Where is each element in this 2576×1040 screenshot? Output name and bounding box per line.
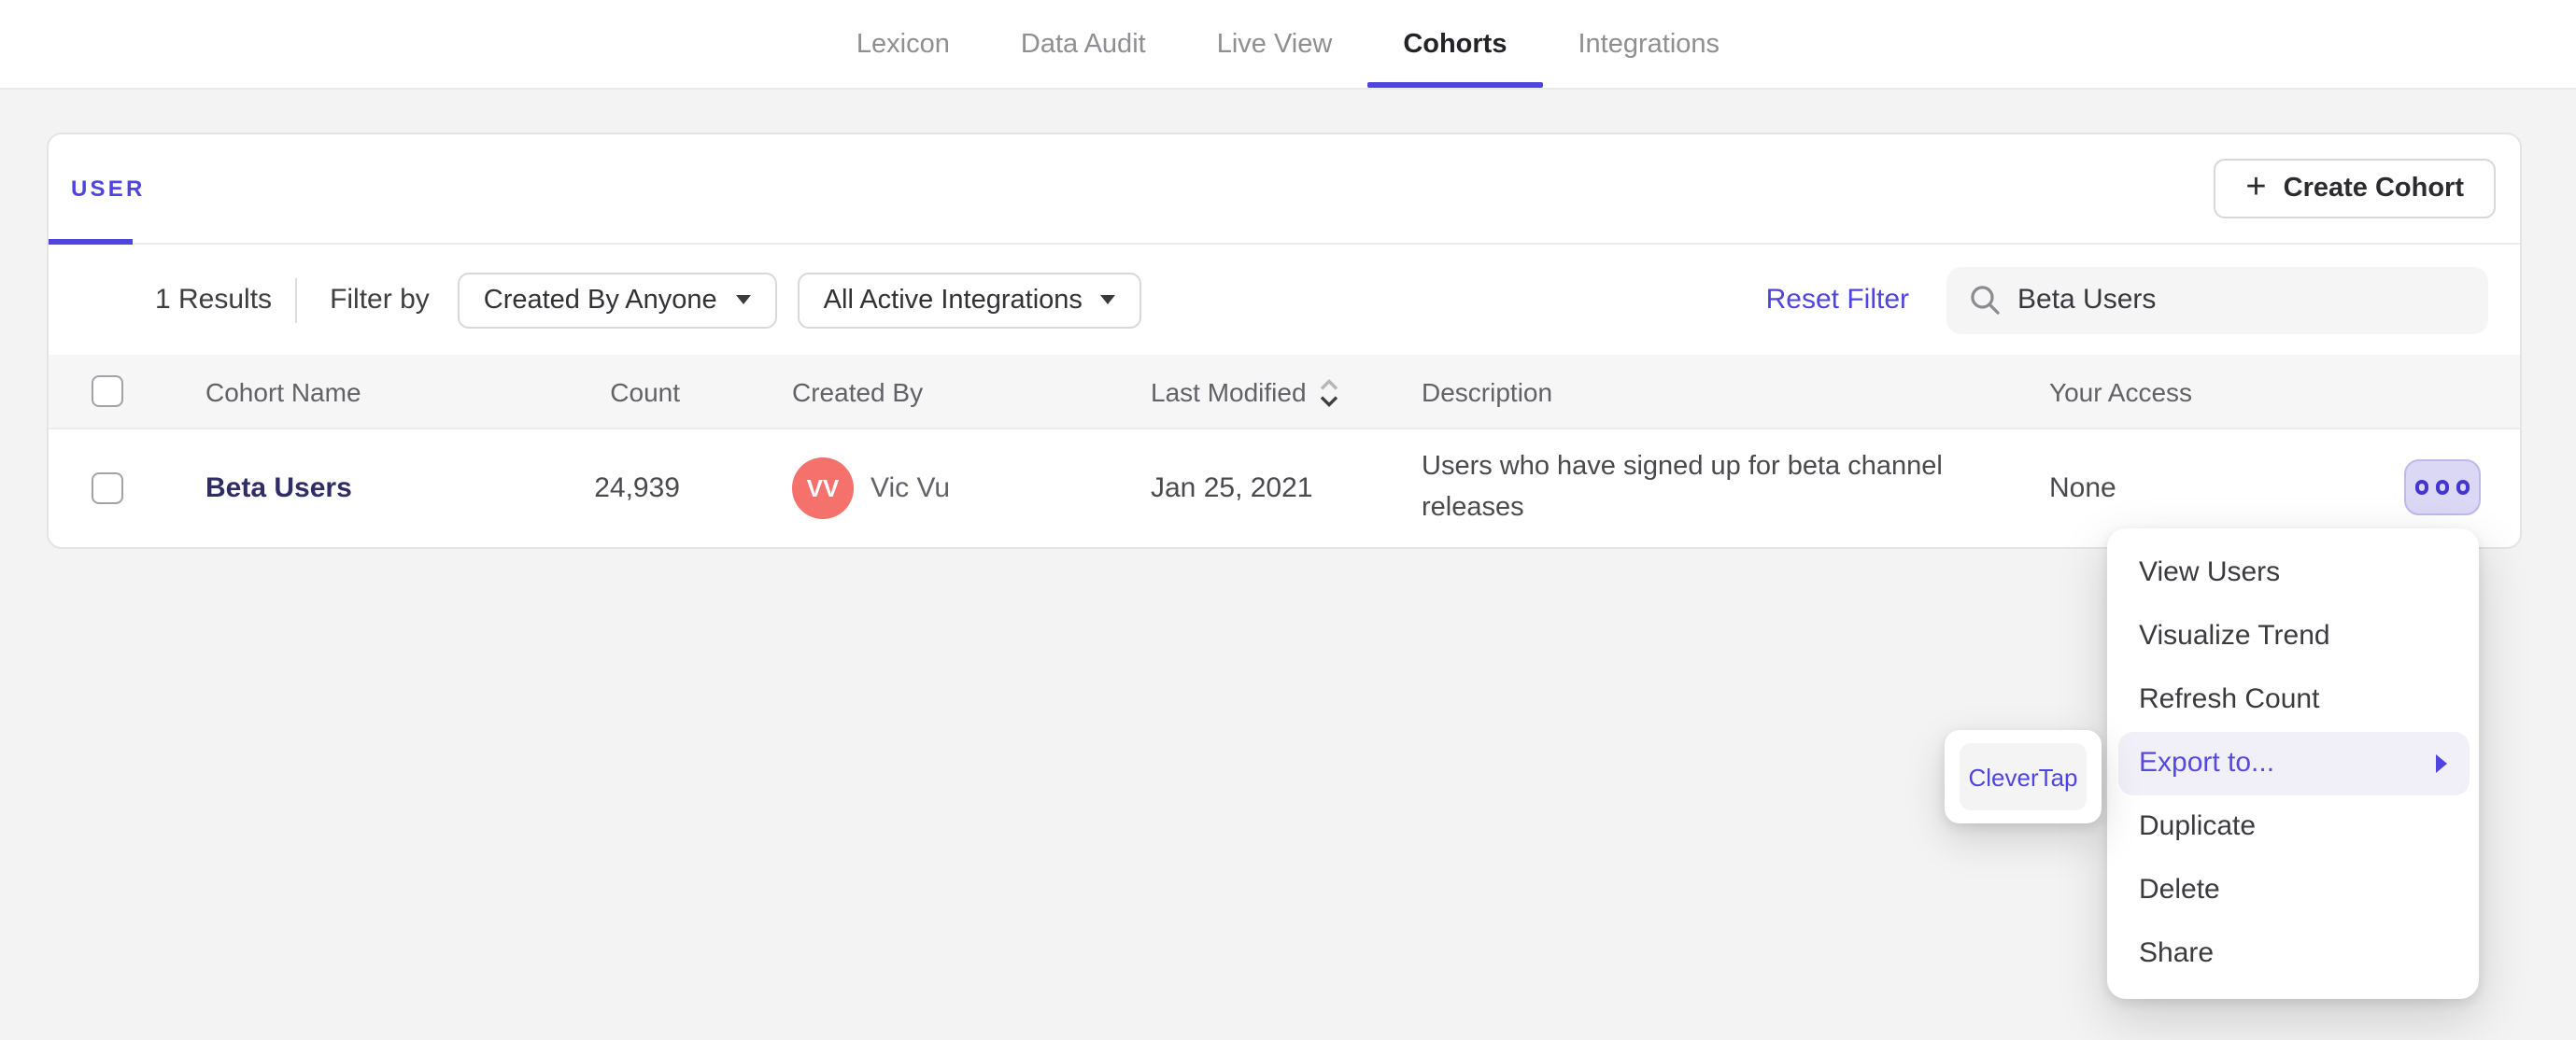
menu-item-duplicate[interactable]: Duplicate: [2117, 795, 2469, 859]
header-last-modified: Last Modified: [1151, 373, 1422, 409]
header-your-access: Your Access: [2049, 376, 2193, 406]
search-icon: [1971, 286, 2000, 315]
user-tab-underline: [49, 238, 133, 245]
avatar: VV: [792, 457, 854, 519]
caret-down-icon: [1100, 295, 1116, 304]
nav-tab-cohorts[interactable]: Cohorts: [1367, 0, 1543, 88]
row-menu-button[interactable]: [2404, 459, 2481, 515]
menu-item-share[interactable]: Share: [2117, 922, 2469, 986]
divider: [294, 277, 297, 322]
menu-item-refresh-count[interactable]: Refresh Count: [2117, 668, 2469, 732]
last-modified-cell: Jan 25, 2021: [1151, 472, 1313, 504]
created-by-cell: VV Vic Vu: [680, 457, 1151, 519]
header-description: Description: [1422, 376, 1553, 406]
created-by-dropdown-value: Created By Anyone: [483, 285, 717, 315]
header-count: Count: [610, 376, 680, 406]
export-submenu: CleverTap: [1945, 730, 2102, 823]
nav-tab-label: Live View: [1216, 29, 1333, 59]
active-tab-underline: [1367, 81, 1543, 88]
row-context-menu: View Users Visualize Trend Refresh Count…: [2107, 528, 2479, 999]
nav-tab-label: Cohorts: [1403, 29, 1507, 59]
nav-tab-lexicon[interactable]: Lexicon: [821, 0, 985, 88]
header-created-by: Created By: [792, 376, 924, 406]
filter-by-label: Filter by: [330, 284, 430, 316]
results-count: 1 Results: [155, 284, 273, 316]
count-cell: 24,939: [594, 472, 680, 504]
reset-filter-link[interactable]: Reset Filter: [1766, 284, 1909, 316]
nav-tab-integrations[interactable]: Integrations: [1543, 0, 1756, 88]
menu-item-visualize-trend[interactable]: Visualize Trend: [2117, 605, 2469, 668]
three-dots-icon: [2456, 480, 2470, 495]
three-dots-icon: [2435, 480, 2450, 495]
nav-tab-label: Lexicon: [856, 29, 950, 59]
caret-down-icon: [735, 295, 751, 304]
row-checkbox-cell: [49, 472, 205, 504]
filter-bar: 1 Results Filter by Created By Anyone Al…: [49, 245, 2520, 355]
triangle-right-icon: [2436, 754, 2447, 773]
header-cohort-name: Cohort Name: [205, 376, 361, 406]
creator-name: Vic Vu: [870, 472, 951, 504]
create-cohort-label: Create Cohort: [2283, 174, 2464, 204]
top-nav: Lexicon Data Audit Live View Cohorts Int…: [0, 0, 2576, 90]
description-text: Users who have signed up for beta channe…: [1422, 452, 1943, 522]
nav-tab-label: Integrations: [1578, 29, 1720, 59]
table-header: Cohort Name Count Created By Last Modifi…: [49, 355, 2520, 429]
header-last-modified-label: Last Modified: [1151, 376, 1307, 406]
tab-user[interactable]: USER: [49, 134, 146, 243]
tab-user-label: USER: [71, 176, 146, 202]
nav-tab-live-view[interactable]: Live View: [1182, 0, 1368, 88]
integrations-dropdown[interactable]: All Active Integrations: [797, 272, 1142, 328]
menu-item-export-to[interactable]: Export to...: [2117, 732, 2469, 795]
header-checkbox-cell: [49, 375, 205, 407]
menu-item-view-users[interactable]: View Users: [2117, 541, 2469, 605]
create-cohort-button[interactable]: + Create Cohort: [2214, 159, 2496, 218]
nav-tab-data-audit[interactable]: Data Audit: [985, 0, 1182, 88]
plus-icon: +: [2245, 167, 2267, 206]
filter-bar-right: Reset Filter: [1766, 266, 2488, 333]
select-all-checkbox[interactable]: [92, 375, 123, 407]
search-input[interactable]: [2017, 284, 2466, 316]
menu-item-delete[interactable]: Delete: [2117, 859, 2469, 922]
page: Lexicon Data Audit Live View Cohorts Int…: [0, 0, 2576, 1040]
panel-tab-bar: USER + Create Cohort: [49, 134, 2520, 245]
created-by-dropdown[interactable]: Created By Anyone: [457, 272, 777, 328]
cohorts-panel: USER + Create Cohort 1 Results Filter by…: [47, 133, 2522, 549]
three-dots-icon: [2414, 480, 2429, 495]
cohort-name-cell: Beta Users: [205, 472, 542, 504]
nav-tab-label: Data Audit: [1020, 29, 1146, 59]
submenu-item-clevertap[interactable]: CleverTap: [1960, 743, 2087, 810]
menu-item-export-label: Export to...: [2139, 747, 2275, 779]
integrations-dropdown-value: All Active Integrations: [823, 285, 1083, 315]
row-checkbox[interactable]: [92, 472, 123, 504]
cohort-name-link[interactable]: Beta Users: [205, 472, 352, 504]
description-cell: Users who have signed up for beta channe…: [1422, 448, 2049, 528]
search-box[interactable]: [1946, 266, 2488, 333]
sort-icon[interactable]: [1320, 377, 1340, 409]
